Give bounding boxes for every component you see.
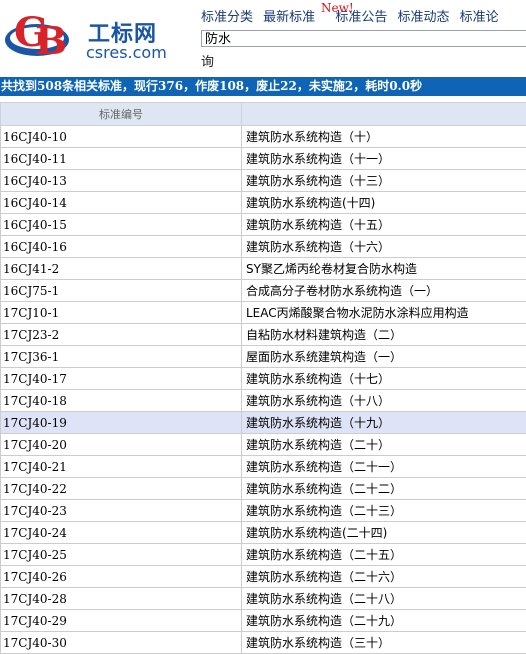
table-row[interactable]: 16CJ75-1合成高分子卷材防水系统构造（一）	[1, 280, 526, 302]
table-row[interactable]: 17CJ40-22建筑防水系统构造（二十二）	[1, 478, 526, 500]
results-table: 标准编号 16CJ40-10建筑防水系统构造（十）16CJ40-11建筑防水系统…	[0, 102, 526, 654]
table-row[interactable]: 17CJ40-30建筑防水系统构造（三十）	[1, 632, 526, 654]
logo-domain: csres.com	[86, 43, 167, 62]
new-badge: New!	[321, 1, 354, 15]
standard-code-link[interactable]: 17CJ40-23	[1, 500, 242, 522]
results-table-container: 标准编号 16CJ40-10建筑防水系统构造（十）16CJ40-11建筑防水系统…	[0, 102, 526, 654]
table-row[interactable]: 16CJ40-10建筑防水系统构造（十）	[1, 126, 526, 148]
standard-name-link[interactable]: 建筑防水系统构造（三十）	[242, 632, 526, 654]
table-row[interactable]: 17CJ36-1屋面防水系统建筑构造（一）	[1, 346, 526, 368]
standard-name-link[interactable]: 建筑防水系统构造（二十二）	[242, 478, 526, 500]
standard-code-link[interactable]: 17CJ23-2	[1, 324, 242, 346]
table-row[interactable]: 17CJ40-29建筑防水系统构造（二十九）	[1, 610, 526, 632]
site-logo[interactable]: G B 工标网 csres.com	[2, 2, 197, 72]
standard-name-link[interactable]: 建筑防水系统构造(二十四)	[242, 522, 526, 544]
standard-name-link[interactable]: 建筑防水系统构造(十四)	[242, 192, 526, 214]
standard-name-link[interactable]: 屋面防水系统建筑构造（一）	[242, 346, 526, 368]
search-input[interactable]: 防水	[201, 30, 526, 47]
standard-code-link[interactable]: 16CJ40-13	[1, 170, 242, 192]
standard-code-link[interactable]: 17CJ40-21	[1, 456, 242, 478]
standard-code-link[interactable]: 17CJ40-22	[1, 478, 242, 500]
standard-name-link[interactable]: 建筑防水系统构造（十八）	[242, 390, 526, 412]
standard-code-link[interactable]: 17CJ40-19	[1, 412, 242, 434]
standard-name-link[interactable]: 建筑防水系统构造（十九）	[242, 412, 526, 434]
standard-name-link[interactable]: 建筑防水系统构造（二十三）	[242, 500, 526, 522]
table-header-row: 标准编号	[1, 103, 526, 126]
table-row[interactable]: 17CJ10-1LEAC丙烯酸聚合物水泥防水涂料应用构造	[1, 302, 526, 324]
standard-code-link[interactable]: 16CJ75-1	[1, 280, 242, 302]
standard-code-link[interactable]: 17CJ40-20	[1, 434, 242, 456]
standard-name-link[interactable]: 建筑防水系统构造（二十一）	[242, 456, 526, 478]
standard-code-link[interactable]: 16CJ41-2	[1, 258, 242, 280]
standard-name-link[interactable]: 建筑防水系统构造（二十）	[242, 434, 526, 456]
standard-name-link[interactable]: 建筑防水系统构造（二十八）	[242, 588, 526, 610]
standard-code-link[interactable]: 17CJ36-1	[1, 346, 242, 368]
table-body: 16CJ40-10建筑防水系统构造（十）16CJ40-11建筑防水系统构造（十一…	[1, 126, 526, 654]
nav-standard-news[interactable]: 标准动态	[397, 10, 449, 25]
nav-latest-standards[interactable]: 最新标准	[263, 10, 315, 25]
table-row[interactable]: 17CJ23-2自粘防水材料建筑构造（二）	[1, 324, 526, 346]
standard-code-link[interactable]: 17CJ40-29	[1, 610, 242, 632]
standard-code-link[interactable]: 16CJ40-11	[1, 148, 242, 170]
table-row[interactable]: 17CJ40-26建筑防水系统构造（二十六）	[1, 566, 526, 588]
standard-name-link[interactable]: 建筑防水系统构造（十七）	[242, 368, 526, 390]
standard-name-link[interactable]: 建筑防水系统构造（十三）	[242, 170, 526, 192]
table-row[interactable]: 17CJ40-19建筑防水系统构造（十九）	[1, 412, 526, 434]
standard-code-link[interactable]: 17CJ40-18	[1, 390, 242, 412]
search-button[interactable]: 询	[201, 51, 214, 70]
table-row[interactable]: 17CJ40-23建筑防水系统构造（二十三）	[1, 500, 526, 522]
table-row[interactable]: 16CJ40-15建筑防水系统构造（十五）	[1, 214, 526, 236]
table-row[interactable]: 16CJ40-13建筑防水系统构造（十三）	[1, 170, 526, 192]
top-nav: 标准分类 最新标准 New! 标准公告 标准动态 标准论	[201, 6, 505, 25]
table-row[interactable]: 17CJ40-20建筑防水系统构造（二十）	[1, 434, 526, 456]
table-row[interactable]: 17CJ40-18建筑防水系统构造（十八）	[1, 390, 526, 412]
standard-code-link[interactable]: 16CJ40-16	[1, 236, 242, 258]
standard-code-link[interactable]: 17CJ10-1	[1, 302, 242, 324]
standard-name-link[interactable]: 合成高分子卷材防水系统构造（一）	[242, 280, 526, 302]
standard-name-link[interactable]: LEAC丙烯酸聚合物水泥防水涂料应用构造	[242, 302, 526, 324]
standard-name-link[interactable]: 建筑防水系统构造（十六）	[242, 236, 526, 258]
standard-code-link[interactable]: 16CJ40-14	[1, 192, 242, 214]
gb-logo-icon: G B	[2, 2, 72, 72]
standard-code-link[interactable]: 16CJ40-10	[1, 126, 242, 148]
nav-standard-forum[interactable]: 标准论	[460, 10, 499, 25]
standard-code-link[interactable]: 17CJ40-30	[1, 632, 242, 654]
standard-name-link[interactable]: 建筑防水系统构造（二十六）	[242, 566, 526, 588]
standard-code-link[interactable]: 17CJ40-24	[1, 522, 242, 544]
nav-standard-category[interactable]: 标准分类	[201, 10, 253, 25]
standard-code-link[interactable]: 16CJ40-15	[1, 214, 242, 236]
standard-name-link[interactable]: 建筑防水系统构造（十五）	[242, 214, 526, 236]
column-header-name[interactable]	[242, 103, 526, 126]
table-row[interactable]: 17CJ40-17建筑防水系统构造（十七）	[1, 368, 526, 390]
table-row[interactable]: 17CJ40-24建筑防水系统构造(二十四)	[1, 522, 526, 544]
standard-code-link[interactable]: 17CJ40-26	[1, 566, 242, 588]
standard-name-link[interactable]: 建筑防水系统构造（十一）	[242, 148, 526, 170]
table-row[interactable]: 16CJ40-16建筑防水系统构造（十六）	[1, 236, 526, 258]
standard-code-link[interactable]: 17CJ40-25	[1, 544, 242, 566]
standard-name-link[interactable]: 建筑防水系统构造（二十九）	[242, 610, 526, 632]
column-header-code[interactable]: 标准编号	[1, 103, 242, 126]
standard-code-link[interactable]: 17CJ40-17	[1, 368, 242, 390]
results-summary: 共找到508条相关标准，现行376，作废108，废止22，未实施2，耗时0.0秒	[0, 77, 526, 96]
table-row[interactable]: 17CJ40-28建筑防水系统构造（二十八）	[1, 588, 526, 610]
standard-name-link[interactable]: SY聚乙烯丙纶卷材复合防水构造	[242, 258, 526, 280]
standard-name-link[interactable]: 建筑防水系统构造（二十五）	[242, 544, 526, 566]
site-header: G B 工标网 csres.com 标准分类 最新标准 New! 标准公告 标准…	[0, 0, 526, 78]
standard-name-link[interactable]: 建筑防水系统构造（十）	[242, 126, 526, 148]
table-row[interactable]: 16CJ41-2SY聚乙烯丙纶卷材复合防水构造	[1, 258, 526, 280]
logo-letter-b: B	[35, 18, 67, 63]
table-row[interactable]: 16CJ40-14建筑防水系统构造(十四)	[1, 192, 526, 214]
standard-name-link[interactable]: 自粘防水材料建筑构造（二）	[242, 324, 526, 346]
table-row[interactable]: 17CJ40-21建筑防水系统构造（二十一）	[1, 456, 526, 478]
table-row[interactable]: 17CJ40-25建筑防水系统构造（二十五）	[1, 544, 526, 566]
standard-code-link[interactable]: 17CJ40-28	[1, 588, 242, 610]
table-row[interactable]: 16CJ40-11建筑防水系统构造（十一）	[1, 148, 526, 170]
